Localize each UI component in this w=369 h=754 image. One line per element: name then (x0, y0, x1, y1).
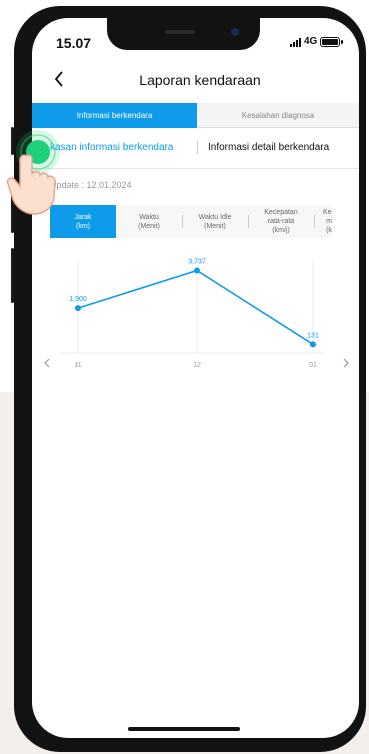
network-type: 4G (304, 36, 318, 47)
data-point (75, 305, 81, 312)
series-line (77, 269, 314, 345)
back-button[interactable] (53, 70, 69, 90)
metric-tab-bar: Jarak (km) Waktu (Menit) Waktu Idle (Men… (50, 205, 332, 238)
chart-prev-button[interactable] (44, 357, 50, 371)
subtab-detail[interactable]: Informasi detail berkendara (208, 142, 329, 153)
x-tick-label: 01 (309, 362, 317, 369)
x-tick-label: 12 (193, 362, 201, 369)
metric-tab-kecepatan-rata[interactable]: Kecepatan rata-rata (km/j) (248, 205, 314, 238)
distance-line-chart: 1,900 11 3,737 12 131 01 (60, 258, 325, 369)
x-tick-label: 11 (74, 362, 81, 369)
battery-icon (320, 36, 344, 47)
data-label: 131 (307, 332, 319, 339)
speaker-grille (165, 30, 195, 34)
notch (107, 18, 260, 50)
tab-informasi-berkendara[interactable]: Informasi berkendara (32, 103, 197, 128)
tab-kesalahan-diagnosa[interactable]: Kesalahan diagnosa (197, 103, 359, 128)
signal-icon (290, 37, 301, 47)
page-title: Laporan kendaraan (139, 72, 261, 88)
data-label: 3,737 (188, 258, 206, 265)
subtab-divider (197, 140, 198, 154)
front-camera (231, 28, 239, 36)
status-indicators: 4G (290, 36, 344, 47)
data-point (310, 341, 316, 348)
touch-indicator (6, 130, 60, 215)
home-indicator (128, 727, 240, 731)
chevron-left-icon (54, 71, 63, 87)
subtab-underline (32, 168, 359, 169)
data-label: 1,900 (69, 296, 87, 303)
chart-next-button[interactable] (343, 357, 349, 371)
data-point (194, 267, 200, 274)
chevron-right-icon (343, 358, 349, 368)
status-time: 15.07 (56, 35, 92, 51)
metric-tab-waktu[interactable]: Waktu (Menit) (116, 205, 182, 238)
chevron-left-icon (44, 358, 50, 368)
metric-tab-waktu-idle[interactable]: Waktu Idle (Menit) (182, 205, 248, 238)
metric-tab-kecepatan-max[interactable]: Kec m (k (314, 205, 332, 238)
